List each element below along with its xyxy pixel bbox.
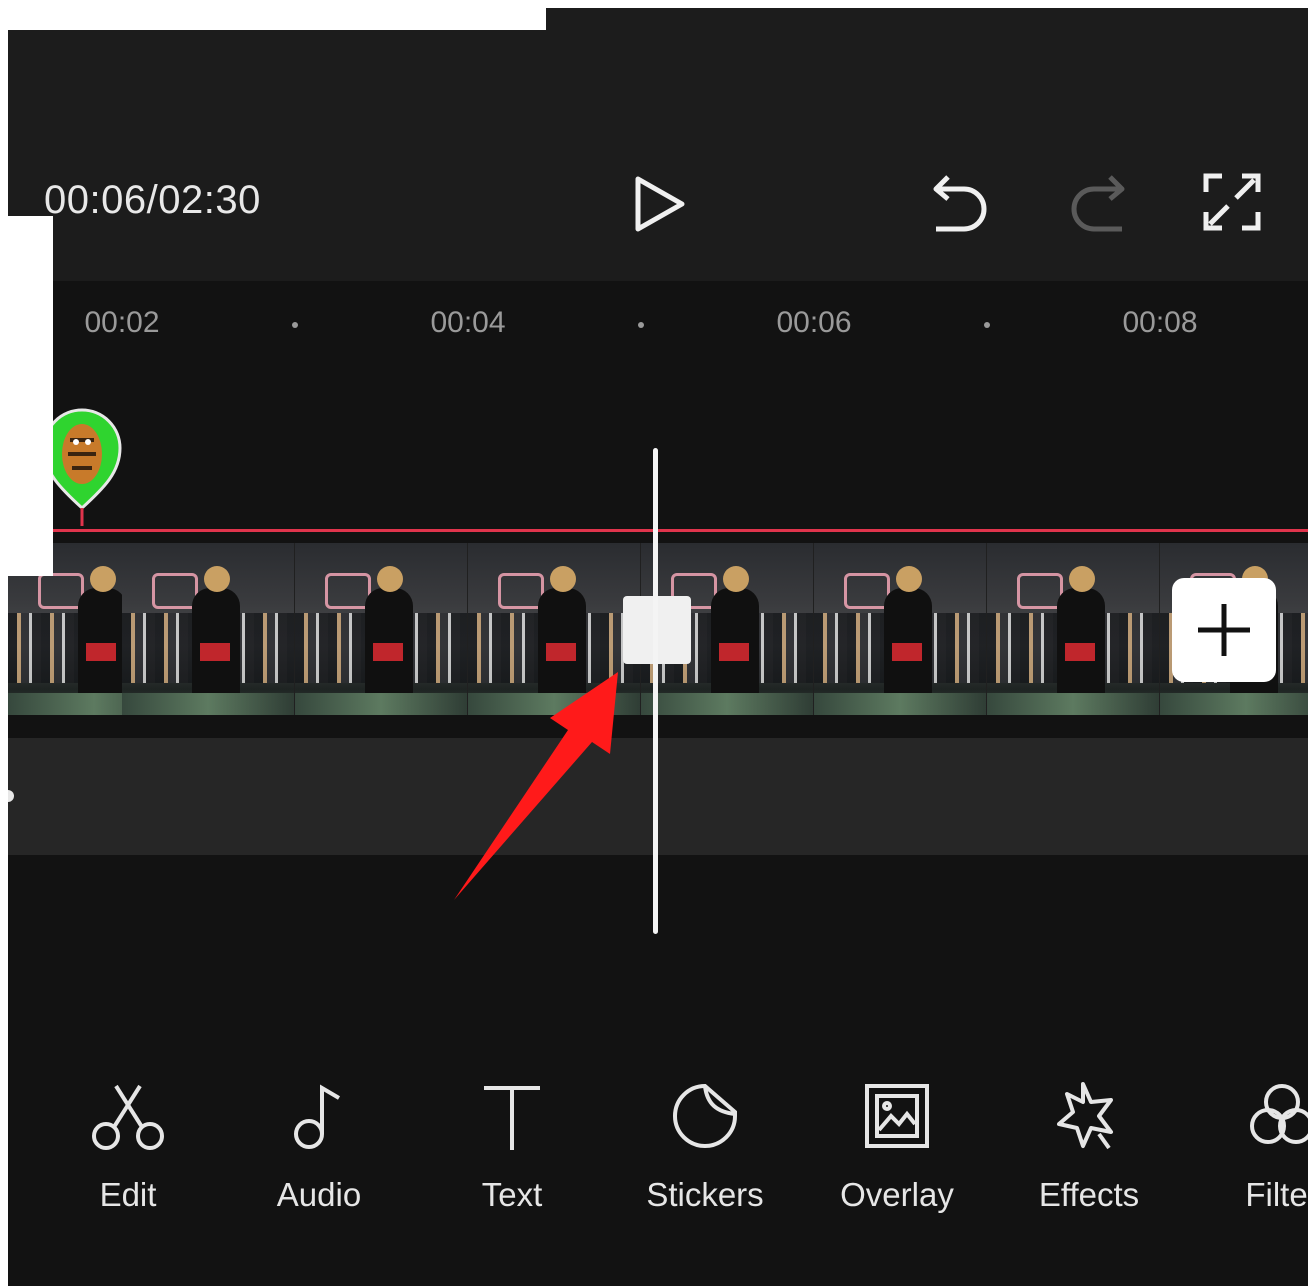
tool-label: Effects (1038, 1176, 1140, 1213)
star-effects-icon (1057, 1082, 1113, 1150)
timeline-ruler[interactable]: 00:02 00:04 00:06 00:08 (8, 281, 1308, 371)
tool-label: Audio (276, 1176, 362, 1213)
video-editor: 00:06/02:30 00:02 00:04 00:06 00:08 Edit… (8, 8, 1308, 1286)
ruler-dot (984, 322, 990, 328)
bottom-toolbar: Edit Audio Text Stickers Overlay Effects… (8, 1076, 1308, 1236)
undo-icon[interactable] (928, 171, 990, 233)
audio-track-area[interactable] (8, 738, 1308, 855)
filter-circles-icon (1250, 1084, 1308, 1144)
scissors-icon (92, 1084, 164, 1150)
music-note-icon (294, 1084, 341, 1149)
sticker-track-line (45, 529, 1308, 532)
tool-text[interactable]: Text (427, 1076, 597, 1226)
tool-label: Overlay (840, 1176, 954, 1213)
ruler-label: 00:02 (84, 306, 160, 339)
tool-label: Stickers (646, 1176, 764, 1213)
fullscreen-icon[interactable] (1202, 172, 1262, 232)
ruler-label: 00:04 (430, 306, 506, 339)
clip-thumbnail (295, 543, 468, 715)
tool-stickers[interactable]: Stickers (620, 1076, 790, 1226)
sticker-icon (673, 1083, 737, 1148)
ruler-label: 00:06 (776, 306, 852, 339)
plus-icon (1198, 604, 1250, 656)
ruler-dot (292, 322, 298, 328)
redo-icon[interactable] (1068, 171, 1130, 233)
tool-label: Edit (99, 1176, 157, 1213)
add-clip-button[interactable] (1172, 578, 1276, 682)
tool-effects[interactable]: Effects (1004, 1076, 1174, 1226)
white-patch (8, 8, 546, 30)
white-patch (8, 216, 53, 576)
tool-overlay[interactable]: Overlay (812, 1076, 982, 1226)
tool-filter[interactable]: Filter (1197, 1076, 1308, 1226)
preview-controls-bar: 00:06/02:30 (8, 8, 1308, 281)
tool-audio[interactable]: Audio (234, 1076, 404, 1226)
play-icon[interactable] (632, 173, 688, 235)
text-t-icon (484, 1086, 540, 1150)
red-arrow-annotation (454, 672, 618, 900)
clip-thumbnail (987, 543, 1160, 715)
tool-edit[interactable]: Edit (43, 1076, 213, 1226)
overlay-image-icon (865, 1084, 929, 1148)
timecode: 00:06/02:30 (44, 178, 261, 222)
tool-label: Filter (1245, 1176, 1308, 1213)
tool-label: Text (481, 1176, 543, 1213)
clip-thumbnail (122, 543, 295, 715)
clip-thumbnail (814, 543, 987, 715)
ruler-label: 00:08 (1122, 306, 1198, 339)
playhead[interactable] (653, 448, 658, 934)
ruler-dot (638, 322, 644, 328)
